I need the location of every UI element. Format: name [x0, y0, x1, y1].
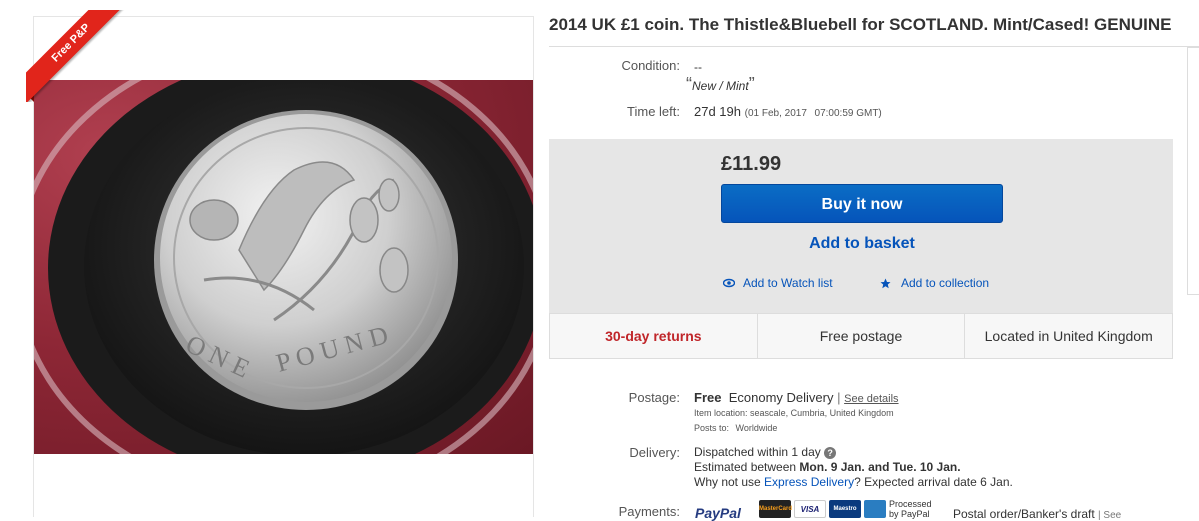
price: £11.99 [721, 153, 782, 175]
add-to-basket-button[interactable]: Add to basket [721, 232, 1003, 256]
other-payment-text: Postal order/Banker's draft [953, 507, 1095, 521]
payments-label: Payments: [618, 504, 680, 519]
info-bar: 30-day returns Free postage Located in U… [549, 313, 1173, 359]
time-left-label: Time left: [627, 104, 680, 119]
coin-photo[interactable]: O N E P O U N D [34, 39, 533, 501]
estimated-range: Mon. 9 Jan. and Tue. 10 Jan. [799, 460, 961, 474]
returns-info[interactable]: 30-day returns [550, 314, 758, 358]
item-location-label: Item location: [694, 408, 748, 418]
mastercard-logo: MasterCard [759, 500, 792, 518]
posts-to-value: Worldwide [735, 423, 778, 433]
time-left-date: (01 Feb, 2017 [744, 108, 807, 119]
paypal-logo: PayPal [695, 505, 741, 521]
free-pp-ribbon: Free P&P [26, 10, 136, 102]
maestro-logo: Maestro [829, 500, 861, 518]
dispatch-info: Dispatched within 1 day ? [694, 445, 837, 459]
visa-logo: VISA [794, 500, 826, 518]
other-payment: Postal order/Banker's draft | See [953, 507, 1121, 521]
dispatch-text: Dispatched within 1 day [694, 445, 821, 459]
postage-free: Free [694, 390, 722, 405]
star-icon [880, 278, 891, 288]
condition-quote-text: New / Mint [692, 79, 749, 93]
postage-separator: | [837, 390, 841, 405]
processed-by-paypal: Processed by PayPal [889, 499, 932, 519]
processed-line-1: Processed [889, 499, 932, 509]
posts-to: Posts to: Worldwide [694, 423, 777, 433]
estimated-prefix: Estimated between [694, 460, 797, 474]
condition-label: Condition: [621, 58, 680, 73]
why-suffix: ? Expected arrival date 6 Jan. [854, 475, 1013, 489]
condition-value: -- [694, 60, 702, 74]
title-container: 2014 UK £1 coin. The Thistle&Bluebell fo… [549, 10, 1199, 40]
buy-it-now-button[interactable]: Buy it now [721, 184, 1003, 223]
why-prefix: Why not use [694, 475, 761, 489]
item-location-value: seascale, Cumbria, United Kingdom [750, 408, 894, 418]
location-info: Located in United Kingdom [984, 328, 1153, 344]
buy-box [549, 139, 1173, 313]
processed-line-2: by PayPal [889, 509, 930, 519]
express-delivery-info: Why not use Express Delivery? Expected a… [694, 475, 1013, 489]
postage-label: Postage: [628, 390, 680, 405]
postage-info: Free postage [758, 314, 966, 358]
estimated-delivery: Estimated between Mon. 9 Jan. and Tue. 1… [694, 460, 961, 474]
see-details-link[interactable]: See details [844, 393, 898, 405]
time-left: 27d 19h (01 Feb, 2017 07:00:59 GMT) [694, 104, 882, 119]
condition-quote: “New / Mint” [686, 74, 755, 94]
coin-illustration: O N E P O U N D [34, 39, 533, 501]
item-location: Item location: seascale, Cumbria, United… [694, 408, 894, 418]
side-panel-edge [1187, 47, 1199, 295]
posts-to-label: Posts to: [694, 423, 730, 433]
collection-label: Add to collection [901, 276, 990, 290]
postage-service: Economy Delivery [728, 390, 834, 405]
watch-list-label: Add to Watch list [743, 276, 833, 290]
time-left-value: 27d 19h [694, 104, 741, 119]
time-left-time: 07:00:59 GMT) [814, 108, 882, 119]
express-delivery-link[interactable]: Express Delivery [764, 475, 854, 489]
title-divider [549, 46, 1199, 47]
listing-title: 2014 UK £1 coin. The Thistle&Bluebell fo… [549, 15, 1172, 34]
ribbon-label: Free P&P [26, 10, 132, 102]
postage-value: Free Economy Delivery | See details [694, 390, 899, 405]
amex-logo [864, 500, 886, 518]
eye-icon [723, 278, 735, 288]
add-to-collection-link[interactable]: Add to collection [880, 276, 989, 290]
delivery-label: Delivery: [629, 445, 680, 460]
add-to-watch-list-link[interactable]: Add to Watch list [723, 276, 833, 290]
help-icon[interactable]: ? [824, 446, 837, 459]
